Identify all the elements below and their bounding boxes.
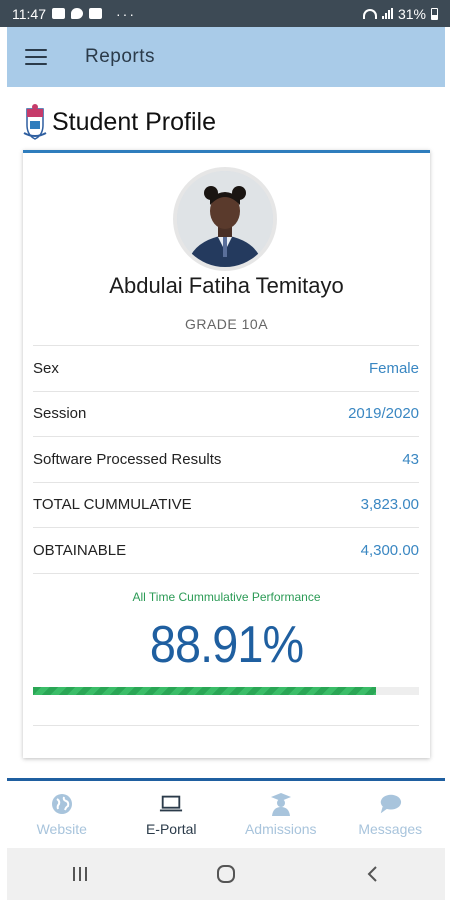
battery-icon <box>431 7 438 20</box>
chat-bubbles-icon <box>378 793 402 815</box>
wifi-icon <box>362 8 377 19</box>
tab-website[interactable]: Website <box>7 781 117 848</box>
info-row-total-cumulative: TOTAL CUMMULATIVE 3,823.00 <box>33 483 419 528</box>
status-time: 11:47 <box>12 5 46 22</box>
student-grade: GRADE 10A <box>184 316 269 332</box>
info-label: OBTAINABLE <box>33 541 127 559</box>
more-notifications-icon: ··· <box>116 5 136 22</box>
info-row-sex: Sex Female <box>33 346 419 392</box>
page-title: Student Profile <box>52 107 216 136</box>
menu-icon[interactable] <box>25 49 47 65</box>
tab-label: E-Portal <box>145 820 197 837</box>
status-bar: 11:47 ··· 31% <box>0 0 450 27</box>
info-value: 3,823.00 <box>360 496 419 514</box>
info-label: Session <box>33 405 87 423</box>
recent-apps-button[interactable] <box>60 859 100 889</box>
app-bar: Reports <box>7 27 445 87</box>
performance-progress-bar <box>33 687 419 695</box>
graduate-icon <box>269 792 293 816</box>
tab-label: Website <box>36 820 87 837</box>
system-nav-bar <box>7 848 445 900</box>
info-label: TOTAL CUMMULATIVE <box>33 496 192 514</box>
performance-value: 88.91% <box>149 616 304 674</box>
battery-percent: 31% <box>397 5 426 22</box>
card-divider <box>33 725 419 726</box>
school-crest-logo <box>22 103 48 141</box>
tab-admissions[interactable]: Admissions <box>226 781 336 848</box>
bottom-tab-bar: Website E-Portal Admissions Messages <box>7 778 445 848</box>
app-bar-title: Reports <box>85 46 156 67</box>
info-value: 4,300.00 <box>360 541 419 559</box>
performance-label: All Time Cummulative Performance <box>132 590 321 604</box>
tab-label: Messages <box>358 820 423 837</box>
info-row-session: Session 2019/2020 <box>33 392 419 437</box>
page-heading: Student Profile <box>22 103 216 141</box>
image-notification-icon <box>89 8 102 19</box>
performance-progress-fill <box>33 687 377 695</box>
student-profile-card: Abdulai Fatiha Temitayo GRADE 10A Sex Fe… <box>23 150 430 758</box>
student-name: Abdulai Fatiha Temitayo <box>109 273 344 298</box>
info-row-obtainable: OBTAINABLE 4,300.00 <box>33 528 419 574</box>
info-value: Female <box>368 359 419 377</box>
back-button[interactable] <box>352 859 392 889</box>
tab-e-portal[interactable]: E-Portal <box>117 781 227 848</box>
gallery-notification-icon <box>52 8 65 19</box>
home-button[interactable] <box>206 859 246 889</box>
laptop-icon <box>159 793 183 815</box>
tab-messages[interactable]: Messages <box>336 781 446 848</box>
info-value: 2019/2020 <box>348 405 419 423</box>
student-avatar <box>173 167 277 271</box>
info-label: Software Processed Results <box>33 450 222 468</box>
student-info-list: Sex Female Session 2019/2020 Software Pr… <box>33 345 419 574</box>
info-value: 43 <box>402 450 419 468</box>
twitter-notification-icon <box>71 8 83 19</box>
globe-icon <box>50 793 74 815</box>
tab-label: Admissions <box>244 820 317 837</box>
info-label: Sex <box>33 359 59 377</box>
signal-icon <box>381 8 393 19</box>
info-row-processed-results: Software Processed Results 43 <box>33 437 419 483</box>
